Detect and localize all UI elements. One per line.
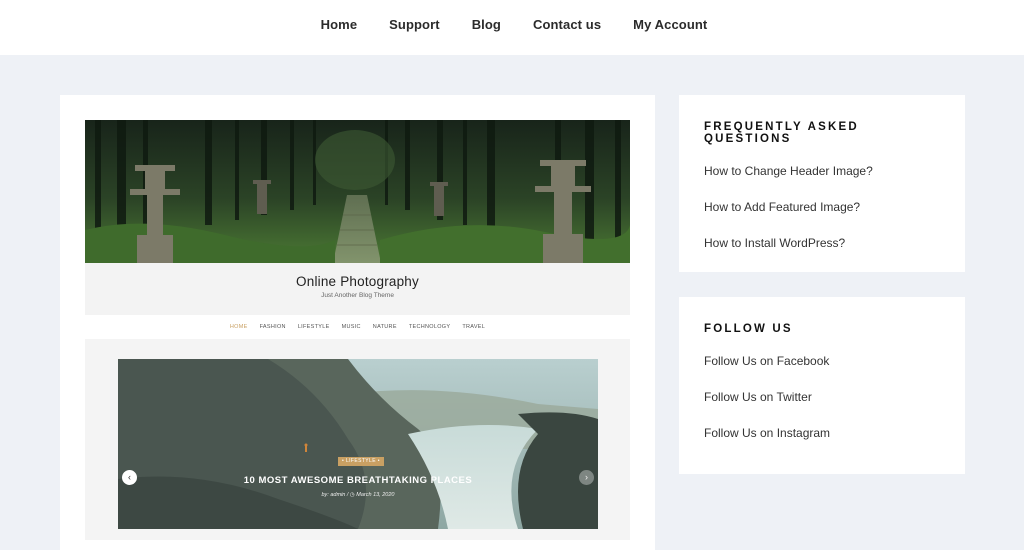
follow-list: Follow Us on Facebook Follow Us on Twitt… (704, 352, 940, 442)
list-item: How to Change Header Image? (704, 162, 940, 180)
content-card: Online Photography Just Another Blog The… (60, 95, 655, 550)
faq-list: How to Change Header Image? How to Add F… (704, 162, 940, 252)
forest-header-image (85, 120, 630, 263)
slide-category-badge[interactable]: • LIFESTYLE • (338, 457, 384, 466)
follow-link-twitter[interactable]: Follow Us on Twitter (704, 390, 812, 404)
list-item: Follow Us on Instagram (704, 424, 940, 442)
site-branding: Online Photography Just Another Blog The… (85, 263, 630, 315)
preview-nav-home[interactable]: HOME (230, 324, 248, 330)
fjord-illustration (118, 359, 598, 529)
follow-link-facebook[interactable]: Follow Us on Facebook (704, 354, 829, 368)
preview-nav-music[interactable]: MUSIC (342, 324, 361, 330)
theme-preview[interactable]: Online Photography Just Another Blog The… (85, 120, 630, 540)
faq-link-change-header-image[interactable]: How to Change Header Image? (704, 164, 873, 178)
site-title[interactable]: Online Photography (85, 274, 630, 289)
follow-link-instagram[interactable]: Follow Us on Instagram (704, 426, 830, 440)
top-navbar: Home Support Blog Contact us My Account (0, 0, 1024, 55)
forest-illustration (85, 120, 630, 263)
list-item: How to Install WordPress? (704, 234, 940, 252)
preview-nav-fashion[interactable]: FASHION (260, 324, 286, 330)
list-item: How to Add Featured Image? (704, 198, 940, 216)
faq-widget: FREQUENTLY ASKED QUESTIONS How to Change… (679, 95, 965, 272)
faq-link-install-wordpress[interactable]: How to Install WordPress? (704, 236, 845, 250)
follow-us-widget: FOLLOW US Follow Us on Facebook Follow U… (679, 297, 965, 474)
nav-home[interactable]: Home (321, 17, 358, 32)
preview-nav-lifestyle[interactable]: LIFESTYLE (298, 324, 330, 330)
preview-menu: HOME FASHION LIFESTYLE MUSIC NATURE TECH… (85, 315, 630, 339)
site-tagline: Just Another Blog Theme (321, 292, 394, 299)
nav-blog[interactable]: Blog (472, 17, 501, 32)
slide-title[interactable]: 10 MOST AWESOME BREATHTAKING PLACES (118, 475, 598, 486)
faq-link-add-featured-image[interactable]: How to Add Featured Image? (704, 200, 860, 214)
preview-nav-technology[interactable]: TECHNOLOGY (409, 324, 451, 330)
preview-nav-nature[interactable]: NATURE (373, 324, 397, 330)
preview-nav-travel[interactable]: TRAVEL (462, 324, 485, 330)
nav-contact-us[interactable]: Contact us (533, 17, 601, 32)
featured-slider: ‹ › • LIFESTYLE • 10 MOST AWESOME BREATH… (118, 359, 598, 529)
nav-support[interactable]: Support (389, 17, 440, 32)
slide-meta: by: admin / ◷ March 13, 2020 (321, 492, 395, 498)
main-menu: Home Support Blog Contact us My Account (0, 0, 1024, 32)
faq-title: FREQUENTLY ASKED QUESTIONS (704, 121, 859, 145)
follow-us-title: FOLLOW US (704, 323, 793, 335)
list-item: Follow Us on Facebook (704, 352, 940, 370)
list-item: Follow Us on Twitter (704, 388, 940, 406)
nav-my-account[interactable]: My Account (633, 17, 707, 32)
